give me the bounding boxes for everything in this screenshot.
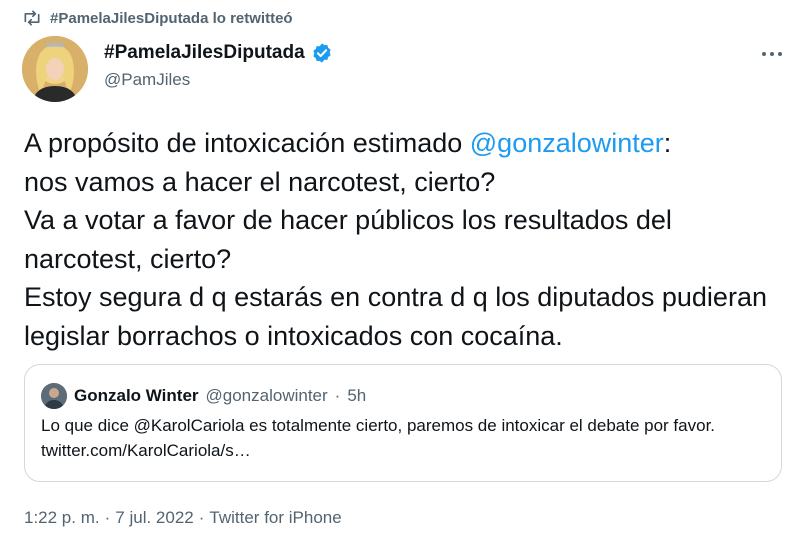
quoted-time[interactable]: 5h — [347, 386, 366, 406]
tweet-date[interactable]: 7 jul. 2022 — [115, 508, 193, 528]
verified-badge-icon — [313, 43, 331, 63]
retweet-icon — [24, 10, 40, 26]
tweet-time[interactable]: 1:22 p. m. — [24, 508, 100, 528]
tweet-text-start: A propósito de intoxicación estimado — [24, 128, 470, 158]
separator-dot: · — [198, 508, 205, 527]
quoted-author-name[interactable]: Gonzalo Winter — [74, 386, 199, 406]
retweet-label[interactable]: #PamelaJilesDiputada lo retwitteó — [50, 10, 293, 27]
quoted-author-handle[interactable]: @gonzalowinter — [206, 386, 328, 406]
author-handle[interactable]: @PamJiles — [104, 70, 190, 90]
separator-dot: · — [104, 508, 111, 527]
tweet-text: A propósito de intoxicación estimado @go… — [24, 124, 784, 355]
more-icon — [762, 52, 782, 56]
tweet-meta: 1:22 p. m. · 7 jul. 2022 · Twitter for i… — [24, 508, 342, 528]
quoted-author-avatar[interactable] — [41, 383, 67, 409]
more-options-button[interactable] — [758, 40, 786, 68]
separator-dot: · — [334, 386, 341, 405]
tweet-text-rest: : nos vamos a hacer el narcotest, cierto… — [24, 128, 767, 351]
quoted-tweet-text: Lo que dice @KarolCariola es totalmente … — [41, 416, 716, 460]
retweet-context: #PamelaJilesDiputada lo retwitteó — [22, 8, 293, 28]
quoted-tweet[interactable]: Gonzalo Winter @gonzalowinter · 5h Lo qu… — [24, 364, 782, 482]
tweet-source[interactable]: Twitter for iPhone — [209, 508, 341, 528]
mention-link[interactable]: @gonzalowinter — [470, 128, 664, 158]
author-avatar[interactable] — [22, 36, 88, 102]
author-display-name[interactable]: #PamelaJilesDiputada — [104, 42, 305, 64]
